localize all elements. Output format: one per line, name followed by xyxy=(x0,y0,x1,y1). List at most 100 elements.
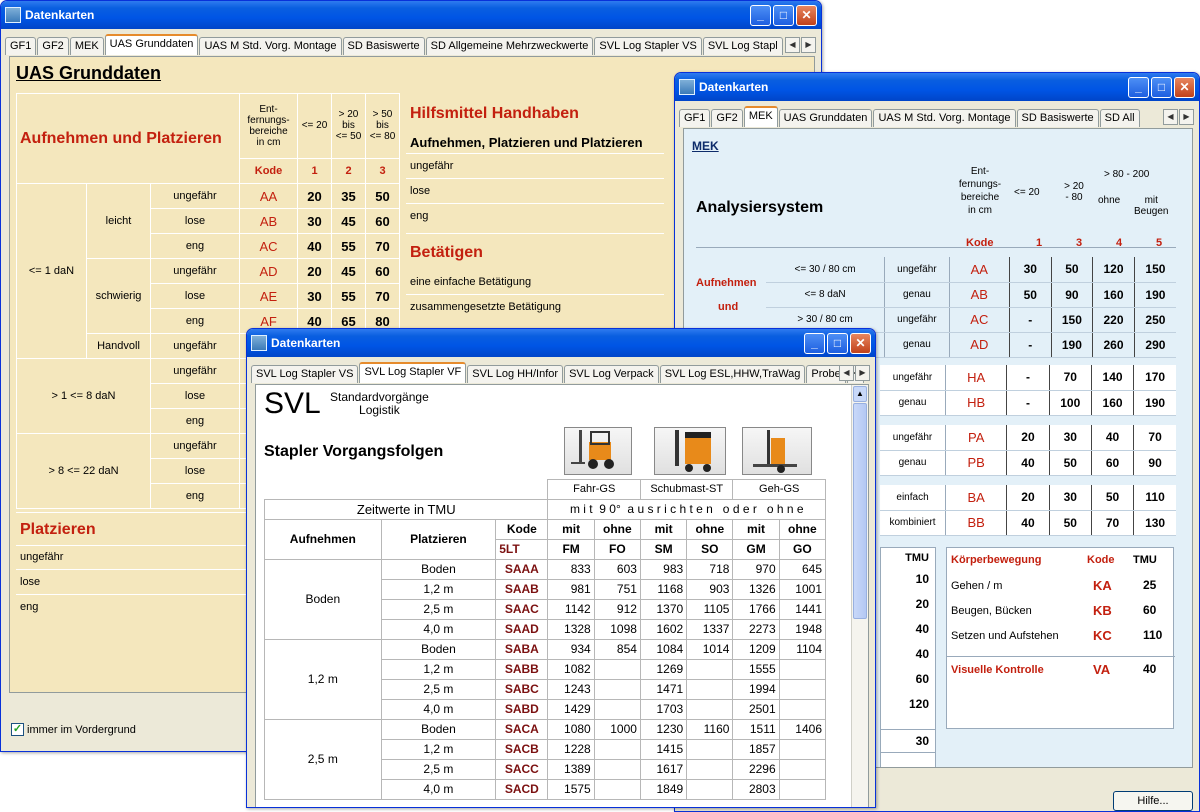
hm-row: ungefähr xyxy=(410,160,454,172)
table-cell: Boden xyxy=(380,718,497,740)
table-cell: AE xyxy=(239,283,298,309)
table-cell: 981 xyxy=(547,578,595,600)
chevron-right-icon[interactable]: ▶ xyxy=(801,37,816,53)
table-cell: 30 xyxy=(297,283,332,309)
tab-0[interactable]: GF1 xyxy=(5,37,37,55)
chevron-left-icon[interactable]: ◀ xyxy=(785,37,800,53)
table-cell: 20 xyxy=(1006,485,1050,511)
table-cell xyxy=(778,738,827,760)
tab-0[interactable]: SVL Log Stapler VS xyxy=(251,365,359,383)
table-cell: ungefähr xyxy=(150,358,240,384)
table-cell: 1160 xyxy=(686,718,734,740)
tab-3[interactable]: UAS Grunddaten xyxy=(104,34,199,55)
tab-2[interactable]: MEK xyxy=(743,106,778,127)
table-cell: genau xyxy=(884,332,950,358)
col-sub: mit Beugen xyxy=(1134,195,1169,217)
table-cell: AC xyxy=(948,307,1010,333)
table-cell: BB xyxy=(945,510,1007,536)
table-cell: 190 xyxy=(1133,390,1176,416)
app-icon xyxy=(5,7,21,23)
titlebar[interactable]: Datenkarten _ □ ✕ xyxy=(247,329,875,357)
table-cell: SAAD xyxy=(495,618,549,640)
sub-label: leicht xyxy=(86,183,151,259)
table-cell: 1014 xyxy=(686,638,734,660)
table-cell: 120 xyxy=(1092,257,1135,283)
table-cell: 1104 xyxy=(778,638,827,660)
maximize-button[interactable]: □ xyxy=(827,333,848,354)
table-cell: - xyxy=(1006,365,1050,391)
page-title: MEK xyxy=(692,139,719,153)
tab-5[interactable]: SD Basiswerte xyxy=(1016,109,1099,127)
tab-6[interactable]: SD All xyxy=(1099,109,1140,127)
table-cell: 70 xyxy=(1090,510,1134,536)
table-cell: 1084 xyxy=(639,638,688,660)
chevron-right-icon[interactable]: ▶ xyxy=(855,365,870,381)
tab-1[interactable]: SVL Log Stapler VF xyxy=(359,362,467,383)
tab-3[interactable]: UAS Grunddaten xyxy=(778,109,873,127)
chevron-up-icon[interactable]: ▲ xyxy=(853,386,867,402)
help-button[interactable]: Hilfe... xyxy=(1113,791,1193,811)
close-button[interactable]: ✕ xyxy=(796,5,817,26)
tab-4[interactable]: UAS M Std. Vorg. Montage xyxy=(873,109,1016,127)
tab-7[interactable]: SVL Log Stapler VS xyxy=(594,37,702,55)
table-cell: lose xyxy=(150,458,240,484)
tab-scroll[interactable]: ◀ ▶ xyxy=(1163,109,1195,125)
titlebar[interactable]: Datenkarten _ □ ✕ xyxy=(675,73,1199,101)
table-cell xyxy=(686,658,734,680)
table-cell xyxy=(686,778,734,800)
col-header: mit xyxy=(639,518,688,540)
col-subheader: FM xyxy=(547,538,595,560)
chevron-right-icon[interactable]: ▶ xyxy=(1179,109,1194,125)
table-cell: 1168 xyxy=(639,578,688,600)
tab-4[interactable]: UAS M Std. Vorg. Montage xyxy=(199,37,342,55)
table-cell: kombiniert xyxy=(880,510,946,536)
svl-subtitle: Standardvorgänge Logistik xyxy=(330,390,429,417)
table-cell: 4,0 m xyxy=(380,618,497,640)
tab-0[interactable]: GF1 xyxy=(679,109,711,127)
tab-6[interactable]: SD Allgemeine Mehrzweckwerte xyxy=(425,37,594,55)
table-cell: 1228 xyxy=(547,738,595,760)
window-title: Datenkarten xyxy=(271,336,341,350)
mit-label: m i t 9 0° a u s r i c h t e n o d e r o… xyxy=(547,498,826,520)
close-button[interactable]: ✕ xyxy=(850,333,871,354)
tab-5[interactable]: SD Basiswerte xyxy=(342,37,425,55)
titlebar[interactable]: Datenkarten _ □ ✕ xyxy=(1,1,821,29)
photo-caption: Fahr-GS xyxy=(547,478,641,500)
always-on-top-checkbox[interactable]: ✓ immer im Vordergrund xyxy=(11,723,136,736)
tab-2[interactable]: MEK xyxy=(69,37,104,55)
table-cell: 290 xyxy=(1133,332,1176,358)
tab-scroll[interactable]: ◀ ▶ xyxy=(839,365,871,381)
svl-logo: SVL xyxy=(264,387,321,420)
und-label: und xyxy=(718,301,739,313)
tab-8[interactable]: SVL Log Stapl xyxy=(702,37,783,55)
table-cell xyxy=(593,758,641,780)
table-cell: 1406 xyxy=(778,718,827,740)
checkmark-icon[interactable]: ✓ xyxy=(11,723,24,736)
tab-scroll[interactable]: ◀ ▶ xyxy=(785,37,817,53)
scroll-thumb[interactable] xyxy=(853,403,867,619)
tab-3[interactable]: SVL Log Verpack xyxy=(564,365,659,383)
close-button[interactable]: ✕ xyxy=(1174,77,1195,98)
table-cell: 260 xyxy=(1092,332,1135,358)
maximize-button[interactable]: □ xyxy=(773,5,794,26)
tab-4[interactable]: SVL Log ESL,HHW,TraWag xyxy=(659,365,806,383)
window-svl[interactable]: Datenkarten _ □ ✕ SVL Log Stapler VS SVL … xyxy=(246,328,876,808)
table-cell: 50 xyxy=(1048,450,1092,476)
window-title: Datenkarten xyxy=(25,8,95,22)
tab-1[interactable]: GF2 xyxy=(37,37,69,55)
kode-header: Kode xyxy=(495,518,549,540)
minimize-button[interactable]: _ xyxy=(750,5,771,26)
maximize-button[interactable]: □ xyxy=(1151,77,1172,98)
table-cell: 100 xyxy=(1048,390,1092,416)
vertical-scrollbar[interactable]: ▲ xyxy=(851,385,868,807)
minimize-button[interactable]: _ xyxy=(804,333,825,354)
minimize-button[interactable]: _ xyxy=(1128,77,1149,98)
analysis-title: Analysiersystem xyxy=(696,199,824,216)
tab-1[interactable]: GF2 xyxy=(711,109,743,127)
table-cell: BA xyxy=(945,485,1007,511)
chevron-left-icon[interactable]: ◀ xyxy=(1163,109,1178,125)
tab-2[interactable]: SVL Log HH/Infor xyxy=(467,365,564,383)
table-cell: <= 8 daN xyxy=(766,282,885,308)
chevron-left-icon[interactable]: ◀ xyxy=(839,365,854,381)
table-cell: 1230 xyxy=(639,718,688,740)
